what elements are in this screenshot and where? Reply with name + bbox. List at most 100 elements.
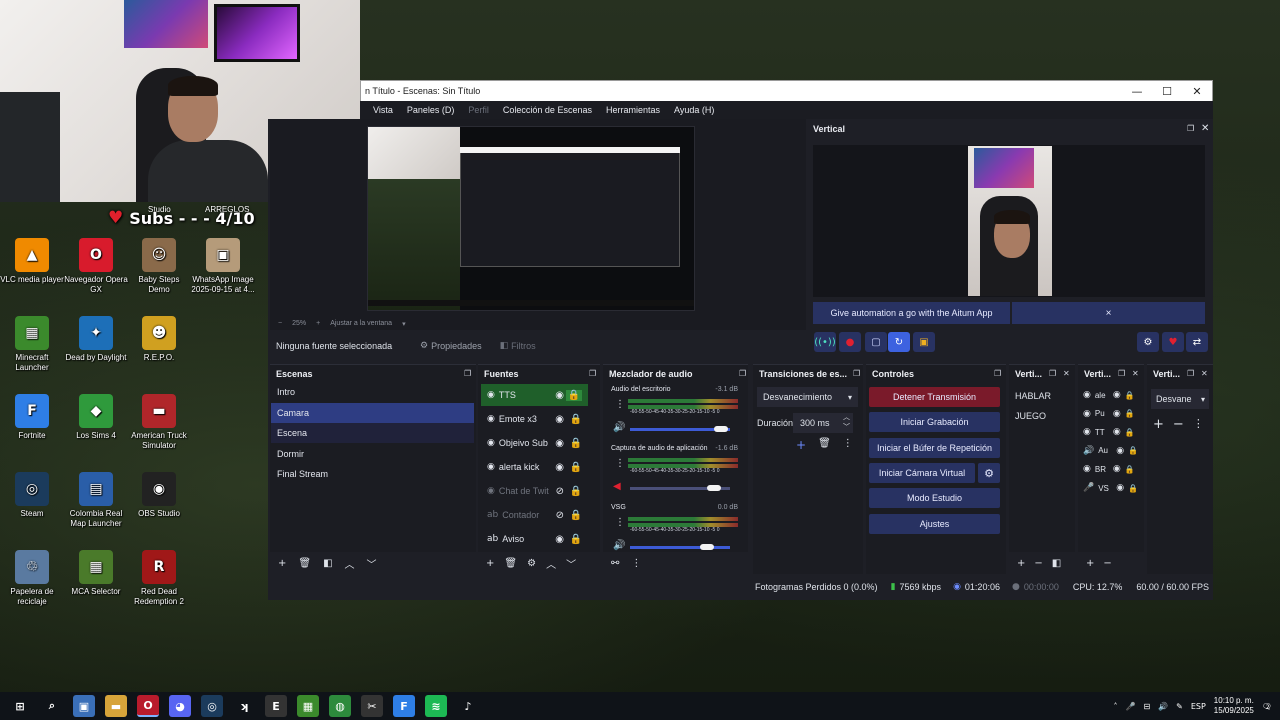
fortnite-taskbar-icon[interactable]: F [393, 695, 415, 717]
vertical-replay-button[interactable]: ▢ [865, 332, 887, 352]
filters-button[interactable]: ◧ Filtros [500, 341, 536, 351]
speaker-icon[interactable]: 🔊 [613, 540, 625, 551]
store-icon[interactable]: ▣ [73, 695, 95, 717]
menu-perfil[interactable]: Perfil [461, 105, 496, 115]
add-transition-button[interactable]: + [796, 438, 806, 452]
file-explorer-icon[interactable]: ▬ [105, 695, 127, 717]
unlock-icon[interactable]: 🔒 [570, 486, 582, 497]
vertical-source-item[interactable]: ◉ Pu ◉ 🔒 [1083, 406, 1143, 422]
transition-select[interactable]: Desvanecimiento ▾ [757, 387, 858, 407]
vertical-scenes-float-icon[interactable]: ❐ [1049, 369, 1056, 378]
transitions-float-icon[interactable]: ❐ [853, 369, 860, 378]
desktop-icon-repo[interactable]: ☻ R.E.P.O. [127, 316, 191, 363]
remove-transition-button[interactable]: 🗑 [818, 438, 831, 452]
float-dock-icon[interactable]: ❐ [1187, 124, 1194, 133]
start-windows-icon[interactable]: ⊞ [9, 695, 31, 717]
desktop-icon-opera-gx[interactable]: O Navegador Opera GX [64, 238, 128, 295]
volume-knob[interactable] [714, 426, 728, 432]
scene-filters-button[interactable]: ◧ [323, 558, 332, 569]
remove-scene-button[interactable]: 🗑 [298, 558, 311, 569]
vertical-scenes-close-icon[interactable]: ✕ [1063, 369, 1070, 378]
start-virtual-camera-button[interactable]: Iniciar Cámara Virtual [869, 463, 975, 483]
transition-menu-icon[interactable]: ⋮ [843, 438, 853, 452]
eye-icon[interactable]: ◉ [1113, 409, 1121, 419]
menu-ayuda[interactable]: Ayuda (H) [667, 105, 721, 115]
stop-stream-button[interactable]: Detener Transmisión [869, 387, 1000, 407]
tray-chevron-up-icon[interactable]: ˄ [1113, 702, 1117, 711]
remove-vertical-transition-button[interactable]: − [1173, 417, 1184, 432]
studio-mode-button[interactable]: Modo Estudio [869, 488, 1000, 508]
spotify-icon[interactable]: ≋ [425, 695, 447, 717]
scenes-float-icon[interactable]: ❐ [464, 369, 471, 378]
vertical-transition-menu-icon[interactable]: ⋮ [1193, 417, 1204, 432]
vertical-source-item[interactable]: 🎤 VS ◉ 🔒 [1083, 480, 1143, 496]
desktop-icon-recycle-bin[interactable]: ♲ Papelera de reciclaje [0, 550, 64, 607]
remove-vertical-source-button[interactable]: − [1103, 558, 1111, 569]
eye-icon[interactable]: ◉ [1113, 464, 1121, 474]
menu-paneles[interactable]: Paneles (D) [400, 105, 462, 115]
chrome-icon[interactable]: ◍ [329, 695, 351, 717]
aitum-promo-banner[interactable]: Give automation a go with the Aitum App [813, 302, 1010, 324]
sources-float-icon[interactable]: ❐ [589, 369, 596, 378]
vertical-sources-float-icon[interactable]: ❐ [1118, 369, 1125, 378]
unlock-icon[interactable]: 🔒 [1125, 465, 1135, 474]
desktop-icon-mca-selector[interactable]: ▦ MCA Selector [64, 550, 128, 597]
source-settings-gear-icon[interactable]: ⚙ [527, 558, 536, 569]
vertical-transitions-float-icon[interactable]: ❐ [1187, 369, 1194, 378]
add-vertical-source-button[interactable]: + [1086, 558, 1094, 569]
close-window-button[interactable]: ✕ [1182, 85, 1212, 98]
scene-item-intro[interactable]: Intro [271, 382, 474, 402]
unlock-icon[interactable]: 🔒 [1125, 409, 1135, 418]
mixer-menu-icon[interactable]: ⋮ [631, 558, 641, 569]
eye-icon[interactable]: ◉ [1113, 390, 1121, 400]
move-scene-up-button[interactable]: ︿ [345, 556, 355, 571]
move-source-down-button[interactable]: ﹀ [566, 556, 576, 571]
search-icon[interactable]: ⌕ [41, 695, 63, 717]
start-replay-buffer-button[interactable]: Iniciar el Búfer de Repetición [869, 438, 1000, 458]
clock[interactable]: 10:10 p. m. 15/09/2025 [1214, 696, 1254, 716]
mixer-float-icon[interactable]: ❐ [739, 369, 746, 378]
remove-source-button[interactable]: 🗑 [504, 558, 517, 569]
vertical-source-item[interactable]: 🔊 Au ◉ 🔒 [1083, 443, 1143, 459]
unlock-icon[interactable]: 🔒 [570, 462, 582, 473]
scene-item-escena[interactable]: Escena [271, 423, 474, 443]
source-item-objeivo-sub[interactable]: ◉ Objeivo Sub ◉ 🔒 [481, 432, 588, 454]
desktop-icon-sims[interactable]: ◆ Los Sims 4 [64, 394, 128, 441]
unlock-icon[interactable]: 🔒 [1128, 446, 1138, 455]
zoom-in-button[interactable]: + [316, 320, 320, 327]
remove-vertical-scene-button[interactable]: − [1034, 558, 1042, 569]
vertical-virtualcam-button[interactable]: ▣ [913, 332, 935, 352]
source-item-emote-x3[interactable]: ◉ Emote x3 ◉ 🔒 [481, 408, 588, 430]
desktop-icon-steam[interactable]: ◎ Steam [0, 472, 64, 519]
vertical-transitions-close-icon[interactable]: ✕ [1201, 369, 1208, 378]
mic-icon[interactable]: 🎤 [1125, 702, 1135, 711]
unlock-icon[interactable]: 🔒 [1125, 428, 1135, 437]
desktop-icon-obs[interactable]: ◉ OBS Studio [127, 472, 191, 519]
vertical-sync-button[interactable]: ↻ [888, 332, 910, 352]
menu-vista[interactable]: Vista [366, 105, 400, 115]
vertical-stream-button[interactable]: ((•)) [814, 332, 836, 352]
virtual-camera-gear-icon[interactable]: ⚙ [978, 463, 1000, 483]
settings-button[interactable]: Ajustes [869, 514, 1000, 534]
vertical-share-icon[interactable]: ⇄ [1186, 332, 1208, 352]
duration-stepper[interactable]: ︿ ﹀ [843, 413, 850, 433]
volume-knob[interactable] [700, 544, 714, 550]
scene-item-final-stream[interactable]: Final Stream [271, 464, 474, 484]
kick-icon[interactable]: ʞ [233, 695, 255, 717]
add-source-button[interactable]: + [486, 558, 494, 569]
unlock-icon[interactable]: 🔒 [1128, 484, 1138, 493]
scene-item-camara[interactable]: Camara [271, 402, 474, 423]
source-item-aviso[interactable]: ab Aviso ◉ 🔒 [481, 528, 588, 550]
properties-button[interactable]: ⚙ Propiedades [420, 341, 482, 351]
eye-icon[interactable]: ◉ [555, 438, 564, 449]
zoom-out-button[interactable]: − [278, 320, 282, 327]
vertical-source-item[interactable]: ◉ BR ◉ 🔒 [1083, 461, 1143, 477]
unlock-icon[interactable]: 🔒 [570, 510, 582, 521]
vertical-source-item[interactable]: ◉ TT ◉ 🔒 [1083, 424, 1143, 440]
track-menu-icon[interactable]: ⋮ [615, 517, 625, 528]
desktop-icon-colombia-map[interactable]: ▤ Colombia Real Map Launcher [64, 472, 128, 529]
move-source-up-button[interactable]: ︿ [546, 556, 556, 571]
chevron-down-icon[interactable]: ▾ [402, 320, 406, 328]
minecraft-taskbar-icon[interactable]: ▦ [297, 695, 319, 717]
unlock-icon[interactable]: 🔒 [570, 534, 582, 545]
